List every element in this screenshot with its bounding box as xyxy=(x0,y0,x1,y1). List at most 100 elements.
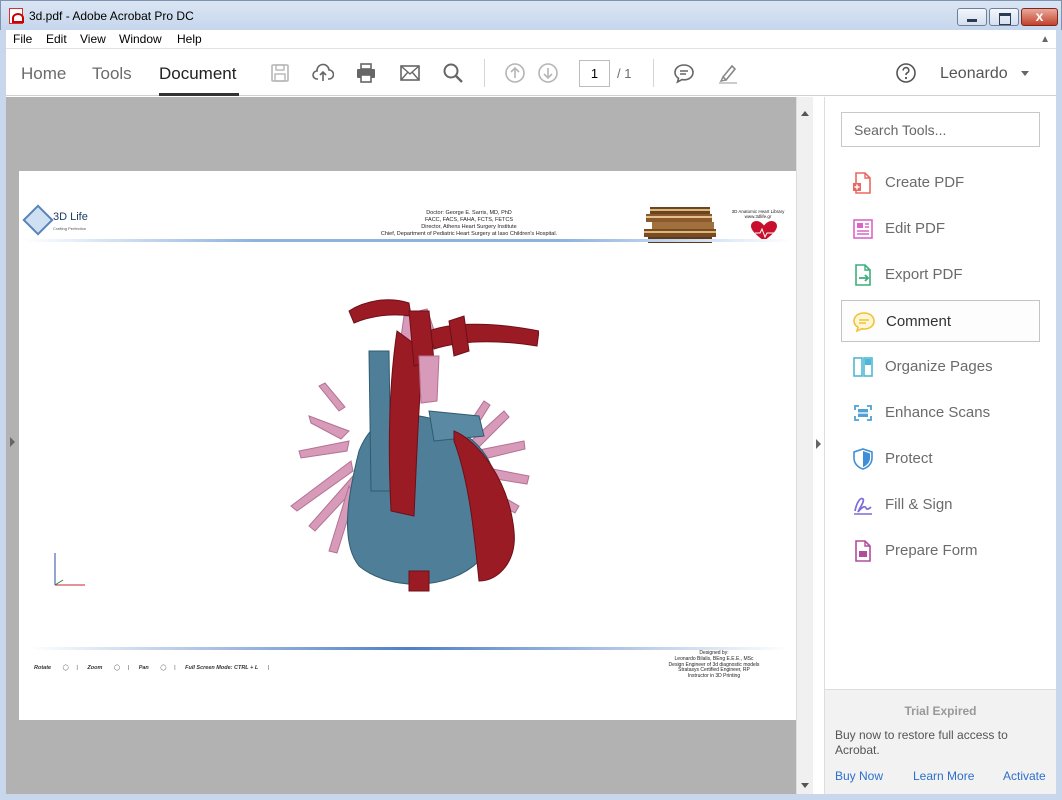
rotate-label: Rotate xyxy=(34,665,52,671)
tool-fill-sign[interactable]: Fill & Sign xyxy=(841,484,1040,526)
3d-heart-model[interactable] xyxy=(279,291,539,601)
menu-edit[interactable]: Edit xyxy=(46,32,67,46)
header-line: Director, Athens Heart Surgery Institute xyxy=(421,224,517,230)
legend-divider: | xyxy=(127,665,130,671)
document-viewer[interactable]: 3D Life Crafting Perfection Doctor: Geor… xyxy=(6,97,796,794)
header-line: Chief, Department of Pediatric Heart Sur… xyxy=(380,231,558,237)
next-page-icon[interactable] xyxy=(537,62,559,84)
upload-cloud-icon[interactable] xyxy=(312,62,334,84)
tool-prepare-form[interactable]: Prepare Form xyxy=(841,530,1040,572)
trial-message: Buy now to restore full access to Acroba… xyxy=(835,728,1008,757)
tool-export-pdf[interactable]: Export PDF xyxy=(841,254,1040,296)
search-icon[interactable] xyxy=(442,62,464,84)
tool-label: Protect xyxy=(885,450,933,467)
left-pane-toggle-icon[interactable] xyxy=(10,437,15,447)
menu-window[interactable]: Window xyxy=(119,32,162,46)
collapse-right-pane-icon[interactable] xyxy=(816,439,821,449)
pan-icon: ◯ xyxy=(160,665,167,671)
tool-enhance-scans[interactable]: Enhance Scans xyxy=(841,392,1040,434)
tool-label: Create PDF xyxy=(885,174,965,191)
toolbar: Home Tools Document 1 / 1 Leonardo xyxy=(6,48,1056,96)
books-image xyxy=(644,207,716,243)
library-title: 3D Anatomic Heart Library www.3dlife.gr xyxy=(719,209,797,219)
scroll-up-icon[interactable] xyxy=(801,111,809,116)
window-border-right xyxy=(1056,30,1062,800)
chevron-down-icon[interactable] xyxy=(1021,71,1029,76)
edit-pdf-icon xyxy=(851,217,875,241)
help-icon[interactable] xyxy=(895,62,917,84)
save-icon[interactable] xyxy=(269,62,291,84)
tab-document[interactable]: Document xyxy=(159,64,236,84)
close-icon: x xyxy=(1035,8,1044,24)
search-tools-input[interactable]: Search Tools... xyxy=(841,112,1040,147)
email-icon[interactable] xyxy=(399,62,421,84)
toolbar-separator xyxy=(653,59,654,87)
highlight-pen-icon[interactable] xyxy=(717,62,739,84)
header-divider xyxy=(23,239,793,242)
header-line: FACC, FACS, FAHA, FCTS, FETCS xyxy=(424,217,513,223)
pan-label: Pan xyxy=(138,665,149,671)
page-total: / 1 xyxy=(617,66,632,81)
protect-icon xyxy=(851,447,875,471)
window-title: 3d.pdf - Adobe Acrobat Pro DC xyxy=(29,9,194,23)
learn-more-link[interactable]: Learn More xyxy=(913,769,974,783)
credit-line: Instructor in 3D Printing xyxy=(687,673,741,680)
menu-file[interactable]: File xyxy=(13,32,32,46)
buy-now-link[interactable]: Buy Now xyxy=(835,769,883,783)
tab-tools[interactable]: Tools xyxy=(92,64,132,84)
title-bar: 3d.pdf - Adobe Acrobat Pro DC x xyxy=(0,0,1062,30)
fullscreen-label: Full Screen Mode: CTRL + L xyxy=(185,665,259,671)
toolbar-separator xyxy=(484,59,485,87)
tool-label: Comment xyxy=(886,313,952,330)
pdf-designer-credit: Designed by: Leonardo Bilalis, BEng E.E.… xyxy=(639,650,789,680)
legend-divider: | xyxy=(174,665,176,671)
tab-home[interactable]: Home xyxy=(21,64,66,84)
trial-title: Trial Expired xyxy=(904,704,977,718)
zoom-label: Zoom xyxy=(87,665,103,671)
trial-expired-panel: Trial Expired Buy now to restore full ac… xyxy=(825,689,1056,794)
fill-sign-icon xyxy=(851,493,875,517)
tool-label: Fill & Sign xyxy=(885,496,953,513)
tool-label: Export PDF xyxy=(885,266,963,283)
tool-edit-pdf[interactable]: Edit PDF xyxy=(841,208,1040,250)
menu-view[interactable]: View xyxy=(80,32,106,46)
pdf-page[interactable]: 3D Life Crafting Perfection Doctor: Geor… xyxy=(19,171,796,720)
logo-name: 3D Life xyxy=(53,211,88,223)
tool-organize-pages[interactable]: Organize Pages xyxy=(841,346,1040,388)
active-tab-indicator xyxy=(159,93,239,96)
previous-page-icon[interactable] xyxy=(504,62,526,84)
tool-label: Enhance Scans xyxy=(885,404,991,421)
tool-comment[interactable]: Comment xyxy=(841,300,1040,342)
tool-label: Prepare Form xyxy=(885,542,978,559)
rotate-icon: ◯ xyxy=(62,665,69,671)
menu-help[interactable]: Help xyxy=(177,32,202,46)
legend-divider: | xyxy=(76,665,78,671)
tool-label: Organize Pages xyxy=(885,358,993,375)
3d-axes-icon xyxy=(54,553,85,586)
scroll-down-icon[interactable] xyxy=(801,783,809,788)
export-pdf-icon xyxy=(851,263,875,287)
pdf-file-icon xyxy=(9,8,24,24)
legend-divider: | xyxy=(267,665,270,671)
zoom-icon: ◯ xyxy=(113,665,121,671)
page-number-input[interactable]: 1 xyxy=(579,60,610,87)
user-account-menu[interactable]: Leonardo xyxy=(940,65,1008,83)
print-icon[interactable] xyxy=(355,62,377,84)
tool-protect[interactable]: Protect xyxy=(841,438,1040,480)
close-button[interactable]: x xyxy=(1021,8,1058,26)
header-line: Doctor: George E. Sarris, MD, PhD xyxy=(426,210,512,216)
right-pane-toggle[interactable] xyxy=(813,97,825,794)
3d-life-logo-mark xyxy=(22,204,54,236)
create-pdf-icon xyxy=(851,171,875,195)
vertical-scrollbar[interactable] xyxy=(796,97,813,794)
comment-bubble-icon[interactable] xyxy=(673,62,695,84)
pdf-header-text: Doctor: George E. Sarris, MD, PhD FACC, … xyxy=(289,210,649,238)
activate-link[interactable]: Activate xyxy=(1003,769,1046,783)
collapse-menu-icon[interactable]: ▲ xyxy=(1040,34,1050,45)
logo-tagline: Crafting Perfection xyxy=(53,226,87,231)
maximize-button[interactable] xyxy=(989,8,1019,26)
minimize-button[interactable] xyxy=(957,8,987,26)
tool-create-pdf[interactable]: Create PDF xyxy=(841,162,1040,204)
tool-label: Edit PDF xyxy=(885,220,946,237)
pdf-3d-controls-legend: Rotate ◯ | Zoom ◯ | Pan ◯ | Full Screen … xyxy=(34,665,269,671)
